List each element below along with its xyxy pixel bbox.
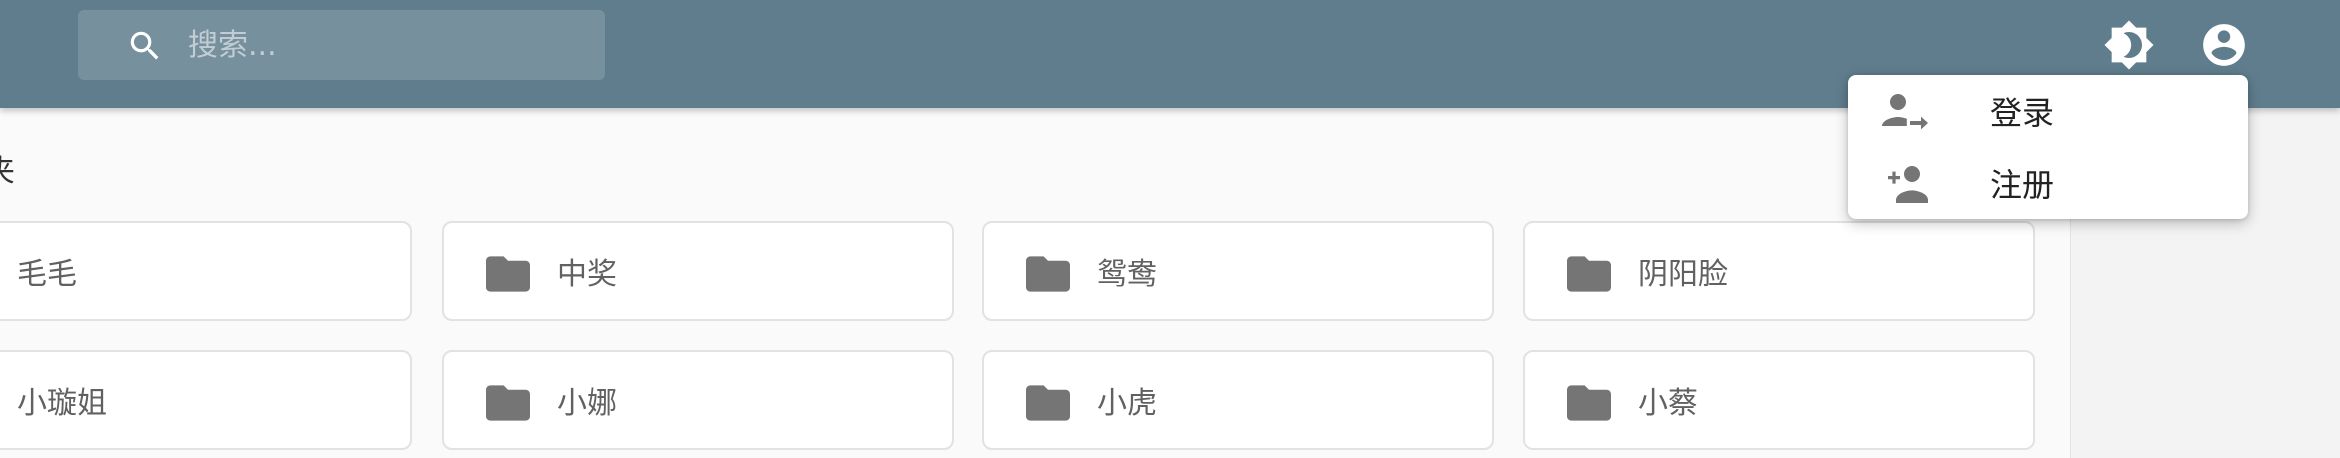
folder-icon bbox=[1567, 385, 1611, 421]
folder-name: 小璇姐 bbox=[17, 386, 107, 421]
theme-toggle-button[interactable] bbox=[2098, 14, 2160, 76]
folder-card[interactable]: 毛毛 bbox=[0, 221, 412, 321]
menu-item-login[interactable]: 登录 bbox=[1848, 75, 2248, 147]
person-add-icon bbox=[1888, 166, 1928, 203]
folder-icon bbox=[486, 256, 530, 292]
section-title: 夹 bbox=[0, 146, 15, 190]
account-circle-icon bbox=[2203, 24, 2245, 66]
folder-card[interactable]: 小蔡 bbox=[1523, 350, 2035, 450]
folder-card[interactable]: 鸳鸯 bbox=[982, 221, 1494, 321]
folder-name: 阴阳脸 bbox=[1638, 257, 1728, 292]
app-root: 夹 毛毛 中奖 鸳鸯 阴阳脸 小璇姐 bbox=[0, 0, 2340, 458]
folder-name: 中奖 bbox=[557, 257, 617, 292]
menu-item-label: 登录 bbox=[1990, 94, 2055, 132]
login-icon bbox=[1882, 94, 1928, 130]
search-box[interactable] bbox=[78, 10, 605, 80]
folder-card[interactable]: 小娜 bbox=[442, 350, 954, 450]
brightness-icon bbox=[2104, 20, 2154, 70]
folder-card[interactable]: 小虎 bbox=[982, 350, 1494, 450]
folder-icon bbox=[1026, 256, 1070, 292]
folder-name: 小虎 bbox=[1097, 386, 1157, 421]
folder-icon bbox=[1026, 385, 1070, 421]
search-icon bbox=[130, 31, 159, 60]
menu-item-label: 注册 bbox=[1990, 166, 2055, 204]
folder-icon bbox=[1567, 256, 1611, 292]
folder-name: 小娜 bbox=[557, 386, 617, 421]
search-input[interactable] bbox=[188, 10, 588, 80]
menu-item-register[interactable]: 注册 bbox=[1848, 147, 2248, 219]
main-content: 夹 毛毛 中奖 鸳鸯 阴阳脸 小璇姐 bbox=[0, 108, 2070, 458]
folder-card[interactable]: 阴阳脸 bbox=[1523, 221, 2035, 321]
folder-card[interactable]: 小璇姐 bbox=[0, 350, 412, 450]
folder-name: 鸳鸯 bbox=[1097, 257, 1157, 292]
folder-card[interactable]: 中奖 bbox=[442, 221, 954, 321]
account-button[interactable] bbox=[2193, 14, 2255, 76]
account-menu: 登录 注册 bbox=[1848, 75, 2248, 219]
folder-name: 毛毛 bbox=[17, 257, 77, 292]
folder-name: 小蔡 bbox=[1638, 386, 1698, 421]
folder-icon bbox=[486, 385, 530, 421]
